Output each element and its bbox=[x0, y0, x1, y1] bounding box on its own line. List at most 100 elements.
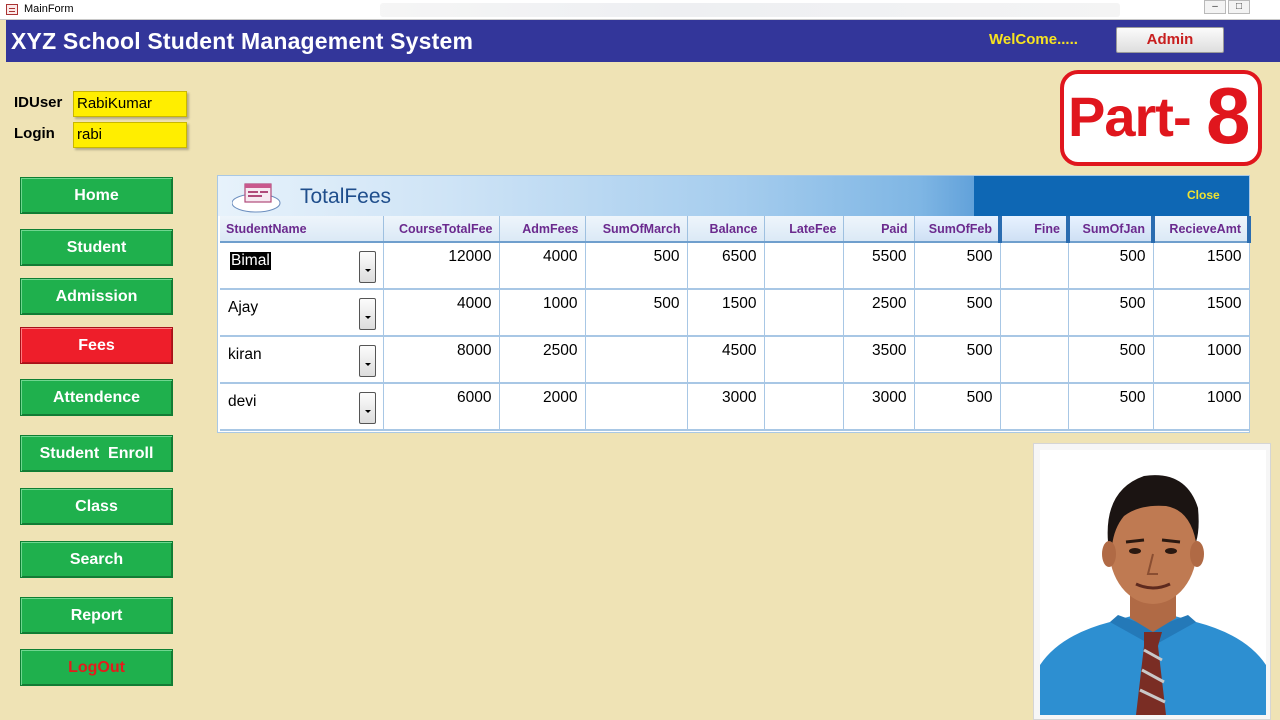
table-cell[interactable]: 500 bbox=[914, 383, 1001, 431]
column-header[interactable]: AdmFees bbox=[499, 216, 586, 243]
table-cell[interactable]: 500 bbox=[1068, 336, 1154, 384]
column-header[interactable]: Paid bbox=[843, 216, 915, 243]
totalfees-subform: TotalFees Close StudentName CourseTotalF… bbox=[217, 175, 1251, 433]
person-photo-image bbox=[1040, 450, 1266, 715]
table-cell[interactable] bbox=[1000, 242, 1069, 290]
table-cell[interactable]: 500 bbox=[914, 336, 1001, 384]
nav-student-button[interactable]: Student bbox=[20, 229, 173, 266]
table-cell[interactable]: 500 bbox=[914, 242, 1001, 290]
table-row: kiran 8000 2500 4500 3500 500 500 1000 bbox=[220, 336, 1250, 384]
table-cell[interactable]: 1500 bbox=[1153, 289, 1250, 337]
app-title: XYZ School Student Management System bbox=[11, 28, 474, 54]
nav-report-button[interactable]: Report bbox=[20, 597, 173, 634]
iduser-label: IDUser bbox=[14, 94, 63, 111]
column-header[interactable]: SumOfJan bbox=[1068, 216, 1155, 243]
table-cell[interactable]: 500 bbox=[585, 289, 688, 337]
nav-class-button[interactable]: Class bbox=[20, 488, 173, 525]
iduser-field[interactable]: RabiKumar bbox=[73, 91, 187, 117]
student-name: devi bbox=[228, 393, 257, 410]
table-cell[interactable]: 1500 bbox=[1153, 242, 1250, 290]
table-cell[interactable]: 1000 bbox=[1153, 336, 1250, 384]
maximize-button[interactable]: □ bbox=[1228, 0, 1250, 14]
nav-attendence-button[interactable]: Attendence bbox=[20, 379, 173, 416]
column-header[interactable]: Balance bbox=[687, 216, 765, 243]
column-header[interactable]: StudentName bbox=[220, 216, 384, 243]
table-cell[interactable] bbox=[764, 242, 844, 290]
close-button[interactable]: Close bbox=[1187, 188, 1220, 202]
nav-student-enroll-button[interactable]: Student Enroll bbox=[20, 435, 173, 472]
table-cell[interactable]: 500 bbox=[1068, 242, 1154, 290]
table-cell[interactable]: 2000 bbox=[499, 383, 586, 431]
table-cell[interactable]: 3500 bbox=[843, 336, 915, 384]
table-cell[interactable]: 4000 bbox=[499, 242, 586, 290]
table-cell[interactable] bbox=[764, 289, 844, 337]
form-icon bbox=[232, 183, 281, 213]
column-header[interactable]: CourseTotalFee bbox=[383, 216, 500, 243]
minimize-button[interactable]: – bbox=[1204, 0, 1226, 14]
app-header: XYZ School Student Management System Wel… bbox=[6, 20, 1280, 62]
table-cell[interactable]: 500 bbox=[914, 289, 1001, 337]
login-label: Login bbox=[14, 125, 55, 142]
student-name-cell[interactable]: kiran bbox=[220, 336, 384, 384]
student-name: Bimal bbox=[230, 252, 271, 270]
table-cell[interactable]: 500 bbox=[585, 242, 688, 290]
table-cell[interactable]: 2500 bbox=[499, 336, 586, 384]
table-cell[interactable]: 4000 bbox=[383, 289, 500, 337]
presenter-photo bbox=[1033, 443, 1271, 720]
welcome-text: WelCome..... bbox=[989, 31, 1078, 48]
student-name: kiran bbox=[228, 346, 262, 363]
dropdown-arrow-icon[interactable] bbox=[359, 392, 376, 424]
dropdown-arrow-icon[interactable] bbox=[359, 345, 376, 377]
part-badge-number: 8 bbox=[1206, 71, 1251, 160]
table-cell[interactable] bbox=[764, 383, 844, 431]
table-cell[interactable]: 6000 bbox=[383, 383, 500, 431]
table-cell[interactable]: 3000 bbox=[687, 383, 765, 431]
table-cell[interactable]: 1000 bbox=[1153, 383, 1250, 431]
form-icon bbox=[6, 4, 18, 15]
student-name-cell[interactable]: Ajay bbox=[220, 289, 384, 337]
student-name-cell[interactable]: Bimal bbox=[220, 242, 384, 290]
table-cell[interactable]: 2500 bbox=[843, 289, 915, 337]
table-cell[interactable] bbox=[585, 336, 688, 384]
table-cell[interactable] bbox=[1000, 336, 1069, 384]
nav-fees-button[interactable]: Fees bbox=[20, 327, 173, 364]
dropdown-arrow-icon[interactable] bbox=[359, 251, 376, 283]
part-badge: Part- 8 bbox=[1060, 70, 1262, 166]
table-cell[interactable] bbox=[1000, 289, 1069, 337]
login-field[interactable]: rabi bbox=[73, 122, 187, 148]
student-name: Ajay bbox=[228, 299, 259, 316]
dropdown-arrow-icon[interactable] bbox=[359, 298, 376, 330]
table-cell[interactable]: 6500 bbox=[687, 242, 765, 290]
student-name-cell[interactable]: devi bbox=[220, 383, 384, 431]
nav-search-button[interactable]: Search bbox=[20, 541, 173, 578]
table-cell[interactable] bbox=[1000, 383, 1069, 431]
column-header[interactable]: RecieveAmt bbox=[1153, 216, 1251, 243]
window-title-bar: MainForm – □ bbox=[0, 0, 1280, 20]
subform-title: TotalFees bbox=[300, 185, 392, 208]
column-header[interactable]: Fine bbox=[1000, 216, 1070, 243]
table-cell[interactable] bbox=[585, 383, 688, 431]
window-title: MainForm bbox=[24, 3, 74, 15]
nav-home-button[interactable]: Home bbox=[20, 177, 173, 214]
table-cell[interactable] bbox=[764, 336, 844, 384]
subform-header: TotalFees Close bbox=[218, 176, 1249, 216]
table-cell[interactable]: 12000 bbox=[383, 242, 500, 290]
nav-logout-button[interactable]: LogOut bbox=[20, 649, 173, 686]
table-cell[interactable]: 8000 bbox=[383, 336, 500, 384]
table-cell[interactable]: 5500 bbox=[843, 242, 915, 290]
fees-table: StudentName CourseTotalFee AdmFees SumOf… bbox=[220, 216, 1251, 431]
table-cell[interactable]: 4500 bbox=[687, 336, 765, 384]
nav-admission-button[interactable]: Admission bbox=[20, 278, 173, 315]
table-cell[interactable]: 1000 bbox=[499, 289, 586, 337]
table-cell[interactable]: 1500 bbox=[687, 289, 765, 337]
column-header[interactable]: LateFee bbox=[764, 216, 844, 243]
table-cell[interactable]: 500 bbox=[1068, 383, 1154, 431]
column-header[interactable]: SumOfFeb bbox=[914, 216, 1002, 243]
admin-button[interactable]: Admin bbox=[1116, 27, 1224, 53]
table-cell[interactable]: 500 bbox=[1068, 289, 1154, 337]
column-header[interactable]: SumOfMarch bbox=[585, 216, 688, 243]
table-row: Ajay 4000 1000 500 1500 2500 500 500 150… bbox=[220, 289, 1250, 337]
table-cell[interactable]: 3000 bbox=[843, 383, 915, 431]
part-badge-text: Part- bbox=[1068, 85, 1192, 148]
table-row: Bimal 12000 4000 500 6500 5500 500 500 1… bbox=[220, 242, 1250, 290]
